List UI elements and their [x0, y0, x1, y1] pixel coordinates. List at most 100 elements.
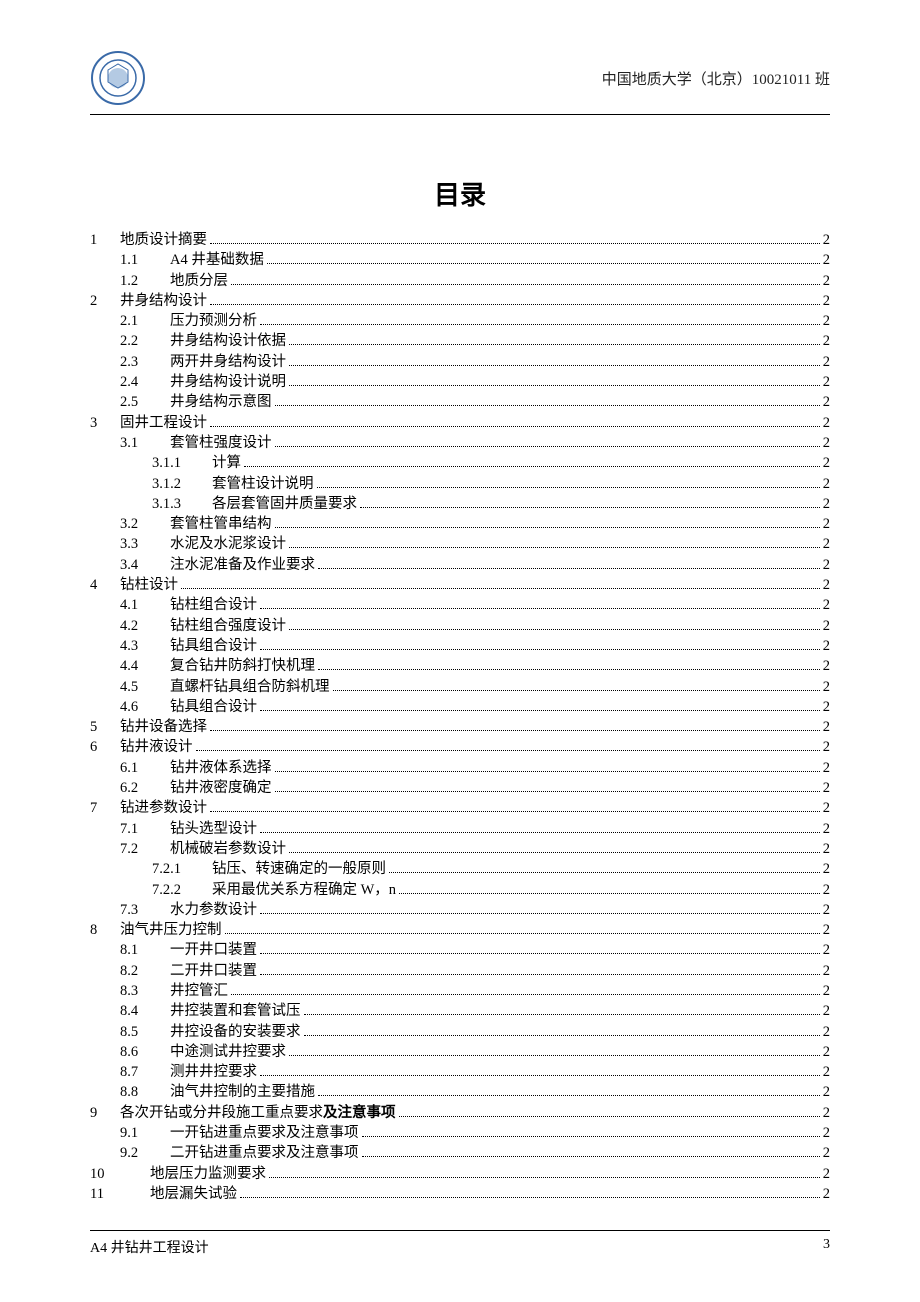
toc-leader-dots	[289, 852, 820, 853]
toc-row: 3.3水泥及水泥浆设计 2	[90, 534, 830, 554]
toc-page-number: 2	[823, 616, 830, 636]
toc-leader-dots	[360, 507, 820, 508]
toc-subsection-title: 钻井液密度确定	[170, 778, 272, 798]
toc-page-number: 2	[823, 1184, 830, 1204]
toc-page-number: 2	[823, 230, 830, 250]
toc-page-number: 2	[823, 758, 830, 778]
toc-subsection-number: 3.3	[120, 534, 170, 554]
toc-subsection-number: 1.2	[120, 271, 170, 291]
toc-row: 7.2.1钻压、转速确定的一般原则2	[90, 859, 830, 879]
page-header: 中国地质大学（北京）10021011 班	[90, 50, 830, 115]
toc-page-number: 2	[823, 839, 830, 859]
toc-subsection-number: 4.6	[120, 697, 170, 717]
toc-row: 8.3井控管汇2	[90, 981, 830, 1001]
toc-subsection-title: 钻柱组合强度设计	[170, 616, 286, 636]
toc-leader-dots	[260, 832, 820, 833]
toc-leader-dots	[318, 568, 820, 569]
toc-page-number: 2	[823, 514, 830, 534]
toc-page-number: 2	[823, 413, 830, 433]
toc-subsubsection-number: 3.1.2	[152, 474, 212, 494]
toc-subsection-title: 水泥及水泥浆设计	[170, 534, 286, 554]
header-institution: 中国地质大学（北京）10021011 班	[602, 68, 830, 89]
toc-section-title: 钻柱设计	[120, 575, 178, 595]
toc-page-number: 2	[823, 331, 830, 351]
toc-row: 8油气井压力控制2	[90, 920, 830, 940]
toc-leader-dots	[289, 365, 820, 366]
toc-page-number: 2	[823, 311, 830, 331]
toc-page-number: 2	[823, 534, 830, 554]
toc-row: 8.4井控装置和套管试压2	[90, 1001, 830, 1021]
toc-subsection-title: 机械破岩参数设计	[170, 839, 286, 859]
toc-leader-dots	[317, 487, 820, 488]
toc-section-number: 9	[90, 1103, 120, 1123]
toc-row: 6.1钻井液体系选择2	[90, 758, 830, 778]
toc-section-number: 11	[90, 1184, 150, 1204]
toc-row: 3.1套管柱强度设计2	[90, 433, 830, 453]
toc-leader-dots	[240, 1197, 820, 1198]
toc-subsection-number: 8.5	[120, 1022, 170, 1042]
toc-leader-dots	[260, 649, 820, 650]
toc-leader-dots	[362, 1136, 820, 1137]
toc-leader-dots	[231, 994, 820, 995]
toc-subsection-number: 2.1	[120, 311, 170, 331]
toc-subsection-title: 二开井口装置	[170, 961, 257, 981]
toc-leader-dots	[260, 710, 820, 711]
toc-page-number: 2	[823, 819, 830, 839]
toc-page-number: 2	[823, 595, 830, 615]
toc-page-number: 2	[823, 372, 830, 392]
toc-subsection-number: 2.2	[120, 331, 170, 351]
toc-page-number: 2	[823, 494, 830, 514]
toc-leader-dots	[275, 446, 820, 447]
toc-page-number: 2	[823, 575, 830, 595]
toc-row: 2.4井身结构设计说明2	[90, 372, 830, 392]
toc-section-number: 3	[90, 413, 120, 433]
toc-row: 3.1.1计算2	[90, 453, 830, 473]
toc-leader-dots	[225, 933, 820, 934]
toc-row: 6.2钻井液密度确定2	[90, 778, 830, 798]
toc-page-number: 2	[823, 656, 830, 676]
toc-subsection-number: 4.5	[120, 677, 170, 697]
toc-row: 4.3钻具组合设计2	[90, 636, 830, 656]
table-of-contents: 1地质设计摘要21.1A4 井基础数据21.2地质分层22井身结构设计22.1压…	[90, 230, 830, 1204]
toc-page-number: 2	[823, 880, 830, 900]
toc-subsection-title: A4 井基础数据	[170, 250, 264, 270]
toc-page-number: 2	[823, 474, 830, 494]
toc-row: 9.2二开钻进重点要求及注意事项2	[90, 1143, 830, 1163]
toc-page-number: 2	[823, 677, 830, 697]
toc-subsection-number: 2.3	[120, 352, 170, 372]
toc-row: 3.4注水泥准备及作业要求2	[90, 555, 830, 575]
toc-row: 4钻柱设计2	[90, 575, 830, 595]
toc-subsection-title: 井身结构设计说明	[170, 372, 286, 392]
toc-subsection-number: 7.1	[120, 819, 170, 839]
toc-row: 7.3水力参数设计2	[90, 900, 830, 920]
toc-subsection-title: 压力预测分析	[170, 311, 257, 331]
toc-leader-dots	[275, 771, 820, 772]
toc-subsection-number: 9.1	[120, 1123, 170, 1143]
toc-page-number: 2	[823, 433, 830, 453]
toc-row: 3.2套管柱管串结构2	[90, 514, 830, 534]
toc-subsection-number: 9.2	[120, 1143, 170, 1163]
toc-subsection-title: 一开井口装置	[170, 940, 257, 960]
toc-row: 4.1钻柱组合设计2	[90, 595, 830, 615]
toc-row: 2.5井身结构示意图2	[90, 392, 830, 412]
toc-subsection-title: 地质分层	[170, 271, 228, 291]
toc-leader-dots	[399, 1116, 820, 1117]
toc-page-number: 2	[823, 352, 830, 372]
toc-subsubsection-number: 3.1.3	[152, 494, 212, 514]
toc-section-title: 地层漏失试验	[150, 1184, 237, 1204]
toc-subsection-title: 钻柱组合设计	[170, 595, 257, 615]
toc-subsection-title: 两开井身结构设计	[170, 352, 286, 372]
toc-leader-dots	[275, 791, 820, 792]
toc-leader-dots	[318, 669, 820, 670]
toc-row: 8.5井控设备的安装要求2	[90, 1022, 830, 1042]
toc-subsection-title: 二开钻进重点要求及注意事项	[170, 1143, 359, 1163]
toc-subsection-title: 套管柱强度设计	[170, 433, 272, 453]
toc-row: 2井身结构设计2	[90, 291, 830, 311]
toc-row: 6钻井液设计2	[90, 737, 830, 757]
toc-leader-dots	[181, 588, 820, 589]
toc-leader-dots	[318, 1095, 820, 1096]
toc-page-number: 2	[823, 961, 830, 981]
toc-section-title: 固井工程设计	[120, 413, 207, 433]
toc-subsection-title: 注水泥准备及作业要求	[170, 555, 315, 575]
toc-leader-dots	[196, 750, 820, 751]
